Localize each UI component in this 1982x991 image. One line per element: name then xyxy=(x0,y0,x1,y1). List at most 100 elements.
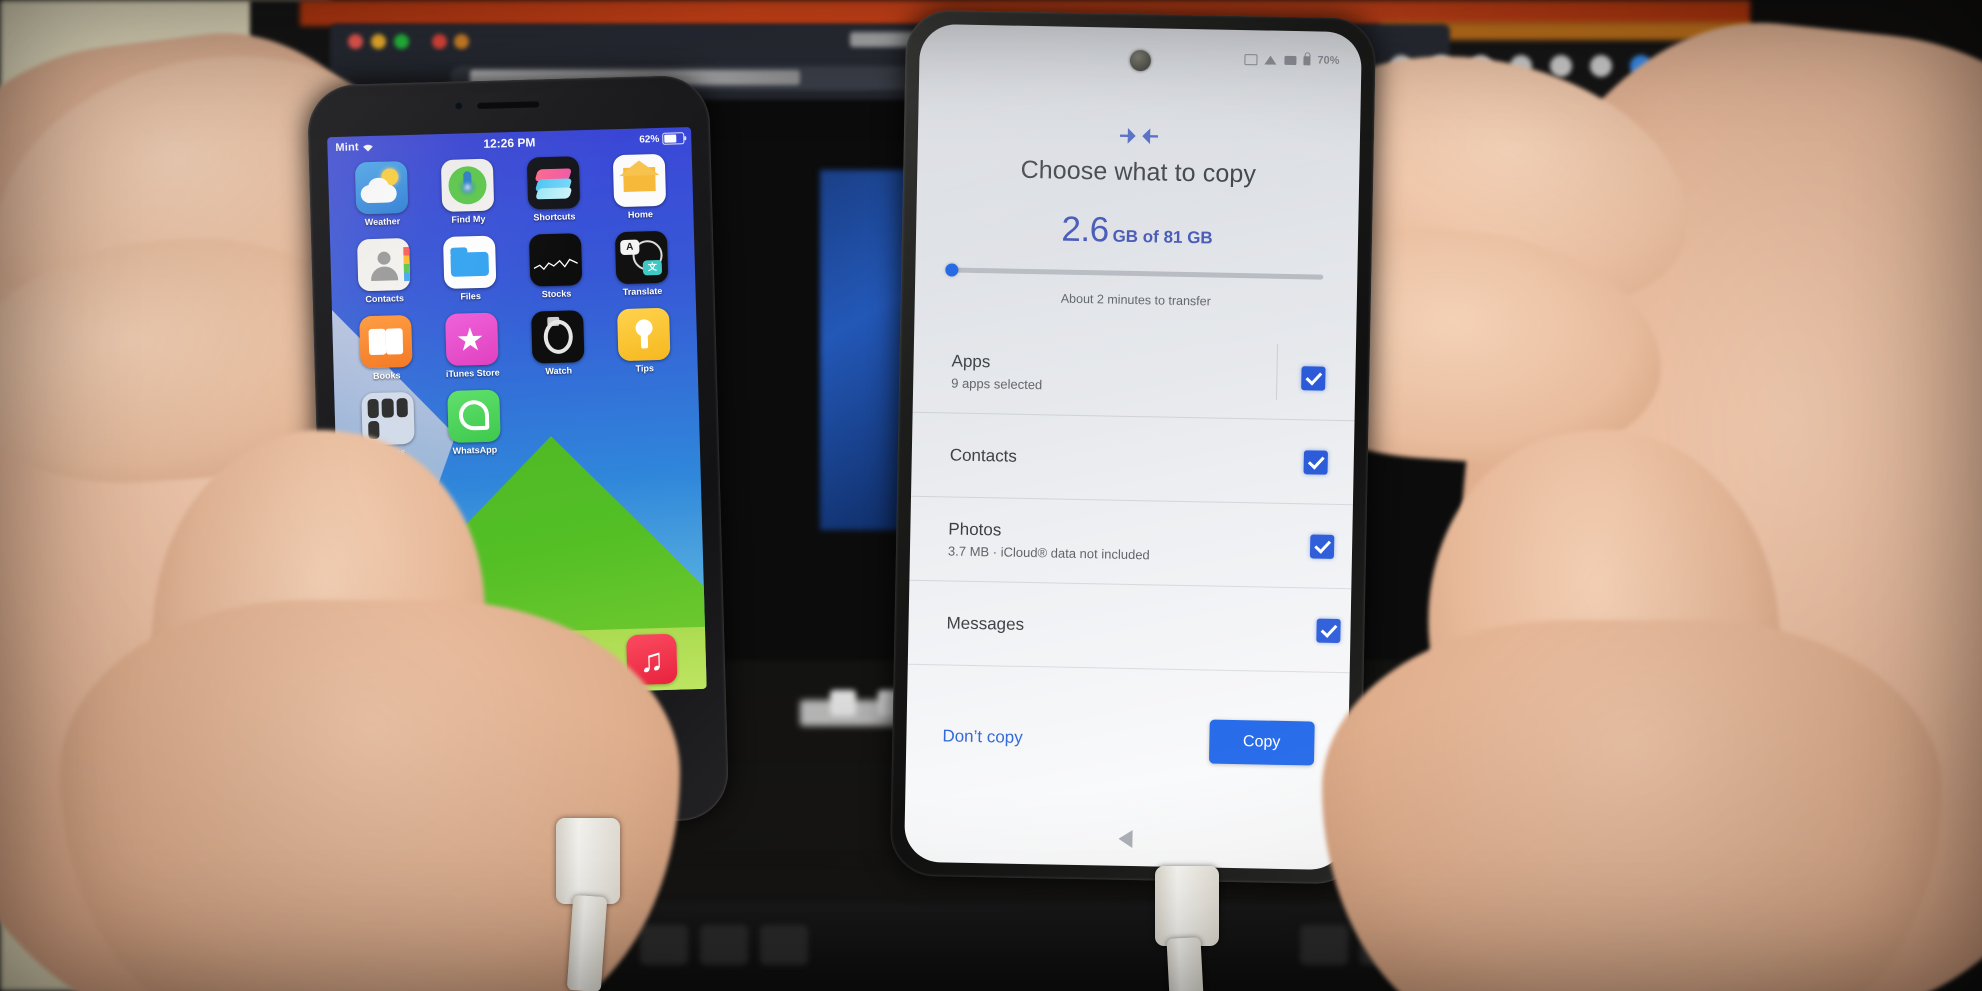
contacts-icon xyxy=(356,237,411,292)
usb-cable-connector xyxy=(1155,866,1219,946)
background-key xyxy=(760,925,808,965)
app-weather[interactable]: Weather xyxy=(338,160,426,228)
android-nav-bar xyxy=(904,826,1346,852)
list-item-apps[interactable]: Apps 9 apps selected xyxy=(912,328,1357,422)
transfer-eta-label: About 2 minutes to transfer xyxy=(1060,291,1211,309)
list-item-messages[interactable]: Messages xyxy=(907,580,1352,674)
shortcuts-icon xyxy=(526,156,581,210)
books-icon xyxy=(359,314,413,369)
translate-icon: A文 xyxy=(614,230,669,285)
app-label: Weather xyxy=(364,216,401,228)
app-translate[interactable]: A文 Translate xyxy=(598,230,686,297)
app-tips[interactable]: Tips xyxy=(600,307,688,374)
files-icon xyxy=(442,235,497,289)
app-label: Books xyxy=(372,370,401,382)
app-watch[interactable]: Watch xyxy=(514,310,602,377)
progress-track[interactable] xyxy=(949,267,1324,280)
app-label: Shortcuts xyxy=(533,211,576,223)
app-home[interactable]: Home xyxy=(596,153,684,220)
wifi-icon xyxy=(1264,55,1277,64)
app-label: Files xyxy=(460,290,482,302)
list-item-subtitle: 3.7 MB · iCloud® data not included xyxy=(947,543,1150,563)
usb-cable-wire xyxy=(1166,937,1204,991)
battery-percent-label: 70% xyxy=(1317,54,1340,67)
app-label: iTunes Store xyxy=(445,367,500,379)
weather-icon xyxy=(354,160,409,215)
app-label: WhatsApp xyxy=(452,444,498,456)
app-find-my[interactable]: Find My xyxy=(424,158,512,225)
app-files[interactable]: Files xyxy=(426,235,514,302)
checkbox-apps[interactable] xyxy=(1301,365,1326,391)
checkbox-photos[interactable] xyxy=(1309,533,1335,559)
home-icon xyxy=(612,153,667,208)
browser-minimize-dot xyxy=(371,34,386,49)
battery-area: 62% xyxy=(639,132,685,145)
app-label: Stocks xyxy=(541,288,572,300)
right-palm xyxy=(1322,620,1942,991)
stocks-icon xyxy=(528,233,583,287)
battery-percent-label: 62% xyxy=(639,133,660,145)
sim-icon xyxy=(1244,53,1258,65)
list-item-text: Contacts xyxy=(950,445,1017,466)
status-time: 12:26 PM xyxy=(483,135,536,151)
android-front-camera xyxy=(1129,49,1152,72)
list-item-title: Photos xyxy=(948,519,1002,540)
dont-copy-button[interactable]: Don’t copy xyxy=(940,720,1025,754)
app-contacts[interactable]: Contacts xyxy=(340,237,428,304)
back-triangle-icon[interactable] xyxy=(1118,829,1133,849)
checkbox-messages[interactable] xyxy=(1316,618,1341,643)
app-whatsapp[interactable]: WhatsApp xyxy=(430,389,518,456)
transfer-size-value: 2.6 xyxy=(1061,209,1110,250)
list-item-text: Photos 3.7 MB · iCloud® data not include… xyxy=(948,519,1151,562)
browser-tab-dot-red xyxy=(432,34,447,49)
list-item-contacts[interactable]: Contacts xyxy=(911,412,1355,506)
browser-close-dot xyxy=(348,34,363,49)
app-label: Find My xyxy=(451,213,486,225)
app-books[interactable]: Books xyxy=(342,314,430,381)
browser-maximize-dot xyxy=(394,34,409,49)
android-status-bar: 70% xyxy=(1244,53,1340,67)
background-key xyxy=(700,925,748,965)
android-device: 70% Choose what to copy 2.6 GB of 81 GB A… xyxy=(889,9,1377,885)
list-item-subtitle: 9 apps selected xyxy=(951,375,1043,393)
iphone-app-grid: Weather Find My Shortcuts Home Contacts xyxy=(338,153,690,458)
app-label: Home xyxy=(627,209,654,220)
signal-icon xyxy=(1284,55,1297,65)
app-label: Contacts xyxy=(365,293,405,305)
transfer-size: 2.6 GB of 81 GB xyxy=(916,207,1359,255)
list-item-title: Messages xyxy=(946,612,1025,634)
background-key xyxy=(640,925,688,965)
app-label: Translate xyxy=(622,285,663,298)
row-vertical-divider xyxy=(1275,343,1279,400)
android-screen: 70% Choose what to copy 2.6 GB of 81 GB A… xyxy=(903,23,1363,871)
app-itunes-store[interactable]: ★ iTunes Store xyxy=(428,312,516,379)
copy-button[interactable]: Copy xyxy=(1208,719,1315,766)
action-bar: Don’t copy Copy xyxy=(906,714,1349,766)
itunes-store-icon: ★ xyxy=(445,312,499,366)
list-item-title: Contacts xyxy=(949,444,1018,466)
checkbox-contacts[interactable] xyxy=(1303,449,1328,475)
battery-icon xyxy=(662,132,685,145)
tips-icon xyxy=(617,307,671,362)
background-key xyxy=(1300,925,1348,965)
app-label: Tips xyxy=(635,363,655,374)
page-title: Choose what to copy xyxy=(1020,155,1257,189)
screenshot-scene: Mint 12:26 PM 62% Weather Find My Shortc… xyxy=(0,0,1982,991)
list-item-text: Apps 9 apps selected xyxy=(951,352,1043,393)
app-shortcuts[interactable]: Shortcuts xyxy=(510,156,598,223)
lightning-cable-connector xyxy=(556,818,620,904)
copy-items-list: Apps 9 apps selected Contacts Photos 3.7… xyxy=(907,328,1357,674)
app-stocks[interactable]: Stocks xyxy=(512,233,600,300)
browser-tab-dot-orange xyxy=(454,34,469,49)
lock-icon xyxy=(1303,55,1311,65)
app-label: Watch xyxy=(545,365,573,377)
transfer-size-unit: GB of 81 GB xyxy=(1112,226,1213,248)
whatsapp-icon xyxy=(447,389,501,443)
watch-icon xyxy=(531,310,585,364)
lightning-cable-wire xyxy=(566,894,608,991)
list-item-title: Apps xyxy=(951,351,991,372)
list-item-photos[interactable]: Photos 3.7 MB · iCloud® data not include… xyxy=(909,496,1353,590)
progress-thumb[interactable] xyxy=(945,263,959,277)
list-item-text: Messages xyxy=(946,613,1024,634)
transfer-arrows-icon xyxy=(918,122,1360,150)
